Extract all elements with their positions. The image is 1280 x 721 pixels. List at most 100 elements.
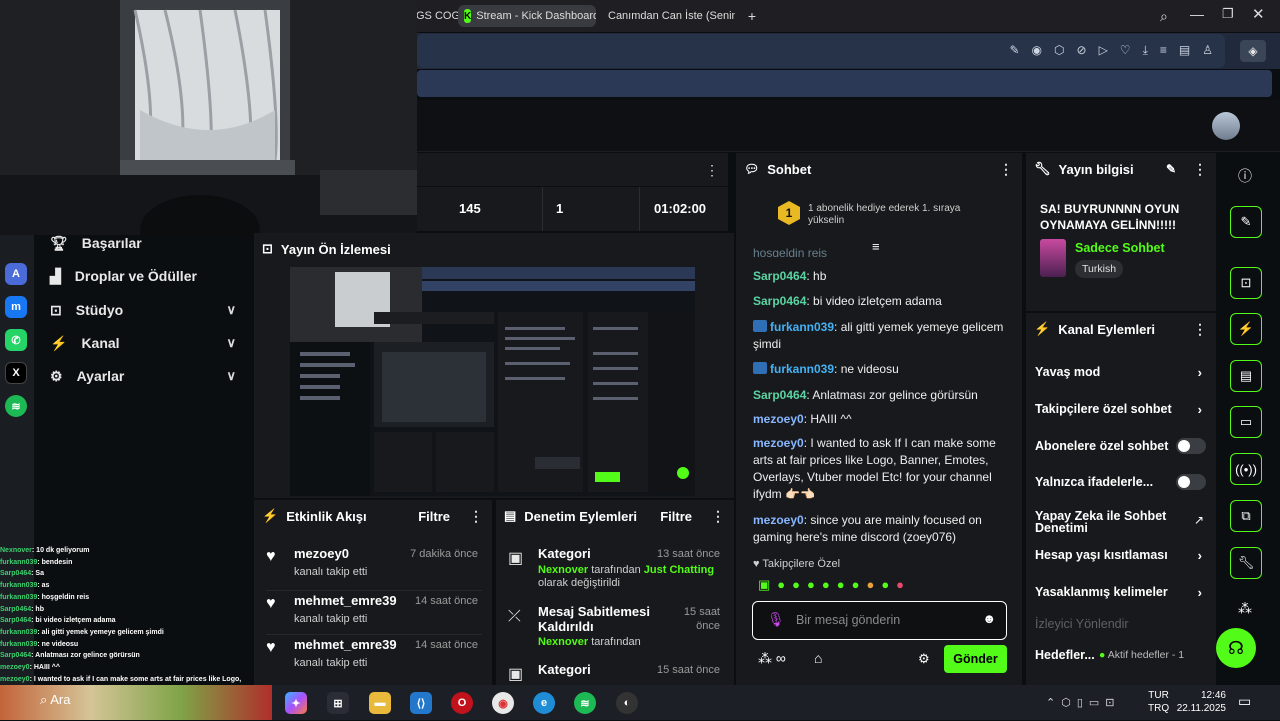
nav-achievements[interactable]: 🏆︎ Başarılar — [50, 229, 240, 257]
info-icon[interactable]: ⓘ — [1238, 166, 1252, 186]
camera-icon[interactable]: ◉ — [1032, 43, 1042, 58]
chat-message[interactable]: Sarp0464: hb — [753, 268, 1008, 285]
chat-message[interactable]: Sarp0464: Anlatması zor gelince görürsün — [753, 387, 1008, 404]
lightning-icon[interactable]: ⚡ — [1230, 313, 1262, 345]
store-icon[interactable]: ⌂ — [814, 650, 822, 666]
chat-username[interactable]: furkann039 — [770, 362, 834, 376]
edit-icon[interactable]: ✎ — [1009, 43, 1019, 58]
x-icon[interactable]: X — [5, 362, 27, 384]
external-link-icon[interactable]: ↗ — [1194, 513, 1204, 527]
emote-icon[interactable]: ● — [881, 577, 889, 593]
nav-settings[interactable]: ⚙ Ayarlar ∨ — [50, 362, 240, 390]
activity-row[interactable]: ♥ mehmet_emre39 kanalı takip etti 14 saa… — [266, 590, 482, 634]
obs-icon[interactable]: ◐ — [616, 692, 638, 714]
maximize-icon[interactable]: ❐ — [1222, 6, 1234, 22]
pinned-app-icon[interactable]: A — [5, 263, 27, 285]
studio-icon[interactable]: ⊡ — [1230, 267, 1262, 299]
emote-icon[interactable]: ● — [866, 577, 874, 593]
more-options-icon[interactable]: ⋮ — [1193, 161, 1207, 178]
chat-message[interactable]: Sarp0464: bi video izletçem adama — [753, 293, 1008, 310]
chat-username[interactable]: mezoey0 — [753, 513, 804, 527]
heart-icon[interactable]: ♡ — [1120, 43, 1131, 58]
emote-icon[interactable]: ● — [822, 577, 830, 593]
emoji-icon[interactable]: ☻ — [982, 611, 996, 626]
nav-studio[interactable]: ⊡ Stüdyo ∨ — [50, 296, 240, 324]
taskbar-search[interactable]: ⌕ Ara — [40, 692, 70, 708]
new-tab-button[interactable]: + — [742, 5, 762, 27]
emote-icon[interactable]: ● — [777, 577, 785, 593]
emote-icon[interactable]: ● — [852, 577, 860, 593]
layout-icon[interactable]: ⧉ — [1230, 500, 1262, 532]
emote-icon[interactable]: ● — [792, 577, 800, 593]
action-banned-words[interactable]: Yasaklanmış kelimeler › — [1035, 580, 1208, 604]
emote-icon[interactable]: ● — [837, 577, 845, 593]
toggle-switch[interactable] — [1176, 474, 1206, 490]
whatsapp-icon[interactable]: ✆ — [5, 329, 27, 351]
nav-drops[interactable]: ▟ Droplar ve Ödüller — [50, 262, 240, 290]
gift-leaderboard-text[interactable]: 1 abonelik hediye ederek 1. sıraya yükse… — [808, 203, 978, 227]
tab-gs-cog[interactable]: GS COG — [410, 5, 458, 27]
shield-icon[interactable]: ⬡ — [1054, 43, 1064, 58]
action-account-age[interactable]: Hesap yaşı kısıtlaması › — [1035, 543, 1208, 567]
wrench-icon[interactable]: 🔧︎ — [1230, 547, 1262, 579]
moderation-row[interactable]: ▣ Kategori 15 saat önce — [508, 662, 722, 684]
cube-icon[interactable]: ◈ — [1240, 40, 1266, 62]
preview-video[interactable] — [290, 267, 695, 496]
points-icon[interactable]: ⁂ — [1238, 600, 1252, 617]
notification-icon[interactable]: ▭ — [1238, 693, 1251, 710]
chat-username[interactable]: Sarp0464 — [753, 294, 806, 308]
download-icon[interactable]: ⤓ — [1143, 43, 1148, 58]
edge-icon[interactable]: e — [533, 692, 555, 714]
moderation-row[interactable]: ▣ Kategori 13 saat önce Nexnover tarafın… — [508, 546, 722, 592]
filter-button[interactable]: Filtre — [660, 509, 692, 524]
action-subscribers-only[interactable]: Abonelere özel sohbet — [1035, 434, 1208, 458]
chrome-icon[interactable]: ◉ — [492, 692, 514, 714]
action-emotes-only[interactable]: Yalnızca ifadelerle... — [1035, 470, 1208, 494]
menu-icon[interactable]: ≡ — [1160, 43, 1167, 58]
store-icon[interactable]: ⊞ — [327, 692, 349, 714]
search-icon[interactable]: ⌕ — [1160, 8, 1168, 25]
support-headset-icon[interactable]: ☊ — [1216, 628, 1256, 668]
tab-kick-dashboard[interactable]: K Stream - Kick Dashboard — [458, 5, 596, 27]
filter-button[interactable]: Filtre — [418, 509, 450, 524]
more-options-icon[interactable]: ⋮ — [469, 508, 483, 525]
chat-username[interactable]: mezoey0 — [753, 412, 804, 426]
send-button[interactable]: Gönder — [944, 645, 1007, 673]
toggle-switch[interactable] — [1176, 438, 1206, 454]
folder-icon[interactable]: ▬ — [369, 692, 391, 714]
gear-icon[interactable]: ⚙ — [918, 651, 930, 667]
chat-username[interactable]: Sarp0464 — [753, 269, 806, 283]
chat-message[interactable]: furkann039: ne videosu — [753, 361, 1008, 378]
chat-username[interactable]: mezoey0 — [753, 436, 804, 450]
chat-username[interactable]: Sarp0464 — [753, 388, 806, 402]
system-tray-icons[interactable]: ⌃⬡▯▭⊡ — [1046, 696, 1120, 709]
edit-icon[interactable]: ✎ — [1230, 206, 1262, 238]
chat-message[interactable]: mezoey0: I wanted to ask If I can make s… — [753, 435, 1008, 503]
category-name[interactable]: Sadece Sohbet — [1075, 241, 1165, 255]
tab-youtube[interactable]: Canımdan Can İste (Senin — [597, 5, 735, 27]
more-options-icon[interactable]: ⋮ — [1193, 321, 1207, 338]
points-icon[interactable]: ⁂ ∞ — [758, 650, 786, 667]
activity-row[interactable]: ♥ mehmet_emre39 kanalı takip etti 14 saa… — [266, 634, 482, 678]
action-slow-mode[interactable]: Yavaş mod › — [1035, 360, 1208, 384]
filter-lines-icon[interactable]: ≡ — [872, 239, 880, 254]
document-icon[interactable]: ▤ — [1230, 360, 1262, 392]
address-bar[interactable]: ✎ ◉ ⬡ ⊘ ▷ ♡ ⤓ ≡ ▤ ♙ — [417, 34, 1225, 68]
broadcast-icon[interactable]: ((•)) — [1230, 453, 1262, 485]
messenger-icon[interactable]: m — [5, 296, 27, 318]
more-options-icon[interactable]: ⋮ — [999, 161, 1013, 178]
action-ai-moderation[interactable]: Yapay Zeka ile Sohbet Denetimi — [1035, 505, 1185, 539]
extensions-icon[interactable]: ▤ — [1179, 43, 1190, 58]
spotify-icon[interactable]: ≋ — [5, 395, 27, 417]
chat-input[interactable]: 🎙︎ Bir mesaj gönderin ☻ — [752, 601, 1007, 640]
clock[interactable]: 12:46 22.11.2025 — [1176, 689, 1226, 715]
more-options-icon[interactable]: ⋮ — [711, 508, 725, 525]
minimize-icon[interactable]: — — [1190, 6, 1204, 22]
copilot-icon[interactable]: ✦ — [285, 692, 307, 714]
block-icon[interactable]: ⊘ — [1077, 43, 1087, 58]
microphone-icon[interactable]: 🎙︎ — [767, 611, 785, 628]
chat-message[interactable]: furkann039: ali gitti yemek yemeye gelic… — [753, 319, 1008, 353]
chat-message[interactable]: mezoey0: HAIII ^^ — [753, 411, 1008, 428]
activity-row[interactable]: ♥ mezoey0 kanalı takip etti 7 dakika önc… — [266, 544, 482, 588]
emote-icon[interactable]: ● — [807, 577, 815, 593]
